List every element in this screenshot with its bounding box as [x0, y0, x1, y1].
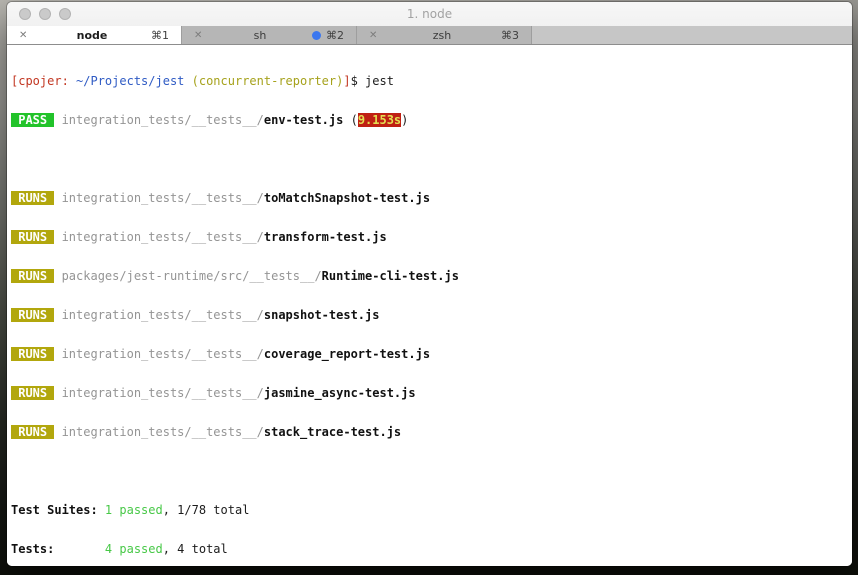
runs-line: RUNS integration_tests/__tests__/stack_t…: [11, 425, 852, 439]
terminal-window: 1. node ✕ node ⌘1 ✕ sh ⌘2 ✕ zsh ⌘3 [cpoj…: [7, 2, 852, 566]
traffic-lights: [19, 8, 71, 20]
test-dir: integration_tests/__tests__/: [54, 386, 264, 400]
test-dir: packages/jest-runtime/src/__tests__/: [54, 269, 322, 283]
summary-rest: , 4 total: [162, 542, 228, 556]
close-tab-icon[interactable]: ✕: [194, 30, 208, 41]
test-file: env-test.js: [263, 113, 344, 127]
test-time-badge: 9.153s: [357, 113, 402, 127]
runs-line: RUNS integration_tests/__tests__/coverag…: [11, 347, 852, 361]
prompt-bracket: ]: [343, 74, 351, 88]
zoom-window-button[interactable]: [59, 8, 71, 20]
tab-node[interactable]: ✕ node ⌘1: [7, 26, 182, 44]
titlebar: 1. node: [7, 2, 852, 26]
runs-badge: RUNS: [11, 425, 55, 439]
tab-bar: ✕ node ⌘1 ✕ sh ⌘2 ✕ zsh ⌘3: [7, 26, 852, 45]
terminal-content[interactable]: [cpojer: ~/Projects/jest (concurrent-rep…: [7, 46, 852, 566]
prompt-branch: (concurrent-reporter): [191, 74, 344, 88]
test-file: snapshot-test.js: [263, 308, 380, 322]
minimize-window-button[interactable]: [39, 8, 51, 20]
pass-line: PASS integration_tests/__tests__/env-tes…: [11, 113, 852, 127]
tab-zsh[interactable]: ✕ zsh ⌘3: [357, 26, 532, 44]
close-window-button[interactable]: [19, 8, 31, 20]
test-dir: integration_tests/__tests__/: [54, 113, 264, 127]
tab-label: sh: [253, 28, 267, 42]
summary-label: Tests:: [11, 542, 105, 556]
summary-passed: 4 passed: [104, 542, 163, 556]
runs-badge: RUNS: [11, 386, 55, 400]
test-dir: integration_tests/__tests__/: [54, 308, 264, 322]
test-dir: integration_tests/__tests__/: [54, 347, 264, 361]
test-dir: integration_tests/__tests__/: [54, 230, 264, 244]
test-file: toMatchSnapshot-test.js: [263, 191, 431, 205]
tab-label: zsh: [432, 28, 452, 42]
runs-line: RUNS integration_tests/__tests__/snapsho…: [11, 308, 852, 322]
tab-label: node: [76, 28, 108, 42]
test-file: transform-test.js: [263, 230, 387, 244]
pass-badge: PASS: [11, 113, 55, 127]
runs-line: RUNS integration_tests/__tests__/toMatch…: [11, 191, 852, 205]
tab-bar-empty-area: [532, 26, 852, 44]
summary-passed: 1 passed: [104, 503, 163, 517]
runs-badge: RUNS: [11, 230, 55, 244]
tab-shortcut: ⌘1: [151, 28, 169, 42]
window-title: 1. node: [406, 7, 453, 21]
test-dir: integration_tests/__tests__/: [54, 425, 264, 439]
prompt-command: $ jest: [350, 74, 394, 88]
paren: ): [401, 113, 409, 127]
runs-line: RUNS packages/jest-runtime/src/__tests__…: [11, 269, 852, 283]
runs-line: RUNS integration_tests/__tests__/transfo…: [11, 230, 852, 244]
prompt-user: [cpojer:: [11, 74, 77, 88]
test-file: Runtime-cli-test.js: [321, 269, 459, 283]
runs-line: RUNS integration_tests/__tests__/jasmine…: [11, 386, 852, 400]
test-file: stack_trace-test.js: [263, 425, 402, 439]
summary-line: Test Suites: 1 passed, 1/78 total: [11, 504, 852, 517]
runs-badge: RUNS: [11, 347, 55, 361]
runs-badge: RUNS: [11, 191, 55, 205]
summary-rest: , 1/78 total: [162, 503, 250, 517]
summary-line: Tests: 4 passed, 4 total: [11, 543, 852, 556]
summary-label: Test Suites:: [11, 503, 105, 517]
runs-badge: RUNS: [11, 269, 55, 283]
prompt-path: ~/Projects/jest: [76, 74, 192, 88]
tab-sh[interactable]: ✕ sh ⌘2: [182, 26, 357, 44]
test-file: coverage_report-test.js: [263, 347, 431, 361]
tab-shortcut: ⌘3: [501, 28, 519, 42]
prompt-line: [cpojer: ~/Projects/jest (concurrent-rep…: [11, 75, 852, 88]
runs-badge: RUNS: [11, 308, 55, 322]
close-tab-icon[interactable]: ✕: [19, 30, 33, 41]
paren: (: [343, 113, 358, 127]
tab-shortcut: ⌘2: [326, 28, 344, 42]
test-dir: integration_tests/__tests__/: [54, 191, 264, 205]
activity-dot-icon: [312, 30, 321, 40]
close-tab-icon[interactable]: ✕: [369, 30, 383, 41]
test-file: jasmine_async-test.js: [263, 386, 416, 400]
